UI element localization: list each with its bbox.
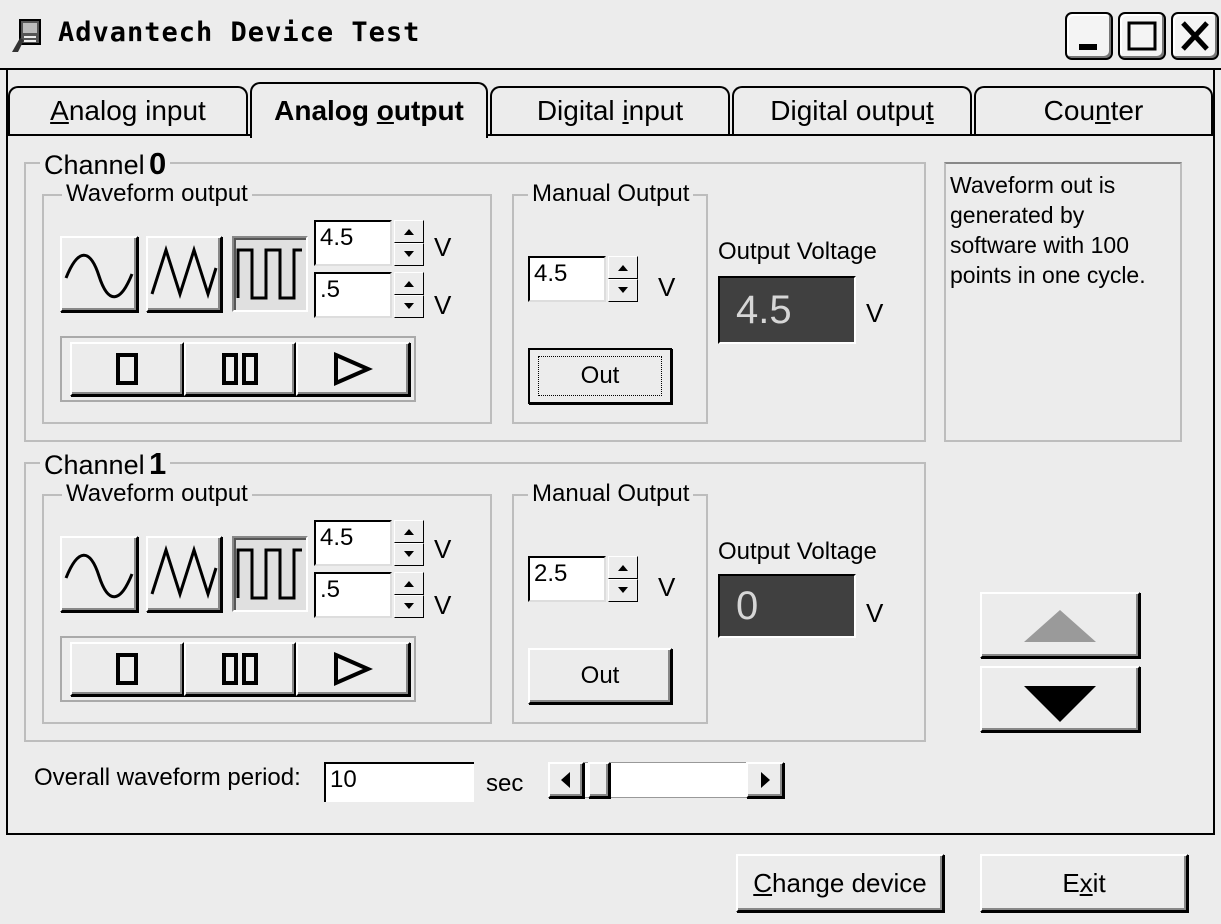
stop-icon [116,353,138,385]
stop-button[interactable] [70,342,184,396]
minimize-button[interactable] [1065,12,1113,60]
app-icon [10,18,48,54]
scroll-thumb[interactable] [588,762,610,798]
sine-wave-icon [64,553,134,599]
tab-analog-input[interactable]: Analog input [8,86,248,134]
triangle-wave-icon [150,245,218,300]
waveform-output-label: Waveform output [62,480,252,508]
scroll-up-button[interactable] [980,592,1140,658]
triangle-wave-button[interactable] [146,536,222,612]
low-level-unit: V [434,290,452,320]
manual-voltage-spinner[interactable] [608,256,638,302]
tab-label: Analog output [274,95,464,126]
pause-button[interactable] [184,642,296,696]
out-button[interactable]: Out [528,648,672,704]
output-voltage-unit: V [866,598,884,628]
square-wave-icon [236,248,302,300]
channel-1-label: Channel 1 [40,446,171,482]
period-label: Overall waveform period: [34,764,301,791]
output-voltage-label: Output Voltage [718,238,877,265]
play-button[interactable] [296,342,410,396]
high-level-input[interactable]: 4.5 [314,520,392,566]
triangle-wave-icon [150,545,218,600]
manual-voltage-unit: V [658,272,676,302]
info-box: Waveform out is generated by software wi… [944,162,1182,442]
tab-label: Counter [1043,95,1144,126]
arrow-down-icon [1024,686,1096,722]
high-level-unit: V [434,232,452,262]
tab-digital-output[interactable]: Digital output [732,86,972,134]
output-voltage-unit: V [866,298,884,328]
out-button[interactable]: Out [528,348,672,404]
exit-label: Exit [1062,867,1106,898]
waveform-output-label: Waveform output [62,180,252,208]
tab-label: Analog input [50,95,206,126]
sine-wave-button[interactable] [60,236,138,312]
manual-voltage-input[interactable]: 4.5 [528,256,606,302]
exit-button[interactable]: Exit [980,854,1188,912]
output-voltage-label: Output Voltage [718,538,877,565]
period-unit: sec [486,770,524,797]
manual-output-label: Manual Output [528,480,694,508]
low-level-input[interactable]: .5 [314,272,392,318]
chevron-left-icon [561,772,570,788]
pause-icon [222,353,258,385]
scroll-right-button[interactable] [746,762,784,798]
arrow-up-icon [1024,610,1096,642]
close-icon [1181,21,1209,51]
play-icon [334,651,373,687]
pause-button[interactable] [184,342,296,396]
manual-voltage-unit: V [658,572,676,602]
stop-button[interactable] [70,642,184,696]
sine-wave-icon [64,253,134,299]
tab-analog-output[interactable]: Analog output [250,82,488,138]
tab-label: Digital output [770,95,934,126]
pause-icon [222,653,258,685]
channel-0-label: Channel 0 [40,146,171,182]
low-level-input[interactable]: .5 [314,572,392,618]
triangle-wave-button[interactable] [146,236,222,312]
change-device-button[interactable]: Change device [736,854,944,912]
chevron-right-icon [761,772,770,788]
scroll-left-button[interactable] [548,762,584,798]
square-wave-button[interactable] [232,236,308,312]
window-title: Advantech Device Test [58,17,421,48]
close-button[interactable] [1171,12,1219,60]
maximize-icon [1127,21,1157,51]
low-level-spinner[interactable] [394,572,424,618]
low-level-unit: V [434,590,452,620]
high-level-spinner[interactable] [394,520,424,566]
manual-voltage-input[interactable]: 2.5 [528,556,606,602]
maximize-button[interactable] [1118,12,1166,60]
scroll-down-button[interactable] [980,666,1140,732]
minimize-icon [1079,44,1097,50]
tab-digital-input[interactable]: Digital input [490,86,730,134]
change-device-label: Change device [753,867,927,898]
manual-output-label: Manual Output [528,180,694,208]
sine-wave-button[interactable] [60,536,138,612]
output-voltage-display: 0 [718,574,856,638]
manual-voltage-spinner[interactable] [608,556,638,602]
out-button-label: Out [580,662,620,689]
high-level-input[interactable]: 4.5 [314,220,392,266]
high-level-unit: V [434,534,452,564]
low-level-spinner[interactable] [394,272,424,318]
square-wave-icon [236,548,302,600]
stop-icon [116,653,138,685]
tab-counter[interactable]: Counter [974,86,1213,134]
square-wave-button[interactable] [232,536,308,612]
tab-label: Digital input [536,95,684,126]
high-level-spinner[interactable] [394,220,424,266]
period-input[interactable]: 10 [324,762,474,802]
play-icon [334,351,373,387]
play-button[interactable] [296,642,410,696]
output-voltage-display: 4.5 [718,276,856,344]
